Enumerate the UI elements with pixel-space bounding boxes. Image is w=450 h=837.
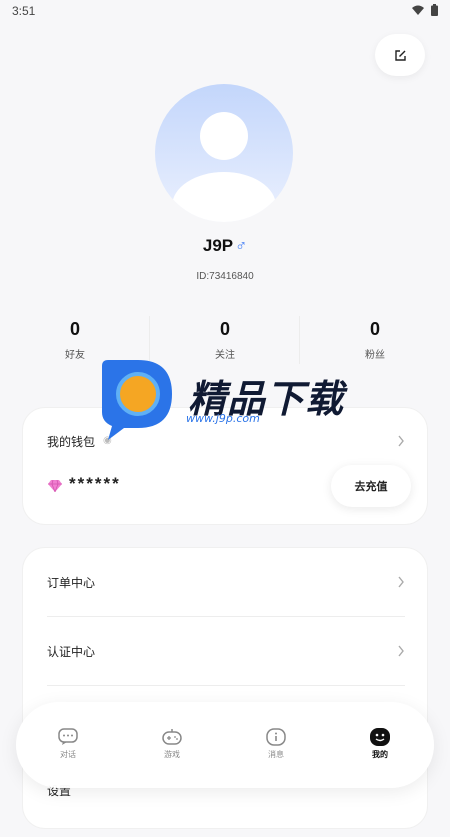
bottom-nav: 对话 游戏 消息 我的 — [16, 702, 434, 788]
menu-item-label: 订单中心 — [47, 576, 96, 590]
stat-fans-value: 0 — [369, 319, 380, 339]
menu-item-verification[interactable]: 认证中心 — [23, 617, 427, 686]
avatar[interactable] — [155, 84, 293, 222]
wallet-title[interactable]: 我的钱包 — [47, 433, 95, 450]
user-id: ID:73416840 — [196, 271, 254, 282]
gender-male-icon: ♂ — [235, 238, 248, 255]
status-bar: 3:51 — [0, 0, 450, 22]
watermark-logo: 精品下载 www.j9p.com — [98, 356, 358, 440]
nav-label: 我的 — [372, 750, 388, 759]
nav-item-messages[interactable]: 消息 — [224, 728, 328, 760]
default-avatar-icon — [172, 112, 276, 222]
nav-label: 对话 — [60, 750, 76, 759]
nav-label: 游戏 — [164, 750, 180, 759]
watermark-p-logo-icon — [102, 360, 172, 440]
stat-friends-value: 0 — [69, 319, 80, 339]
chat-icon — [58, 728, 78, 745]
info-icon — [266, 728, 286, 746]
nav-item-me[interactable]: 我的 — [328, 728, 432, 760]
menu-item-label: 认证中心 — [47, 645, 96, 659]
gamepad-icon — [162, 729, 182, 745]
nav-label: 消息 — [268, 750, 284, 759]
stat-following-value: 0 — [219, 319, 230, 339]
nav-item-chat[interactable]: 对话 — [16, 728, 120, 760]
divider — [47, 685, 405, 686]
diamond-icon — [48, 480, 62, 492]
nav-item-games[interactable]: 游戏 — [120, 728, 224, 760]
stat-following[interactable]: 0 关注 — [150, 316, 300, 361]
chevron-right-icon[interactable] — [397, 435, 405, 447]
smile-icon — [370, 728, 390, 746]
recharge-button[interactable]: 去充值 — [331, 465, 411, 507]
username: J9P ♂ — [0, 236, 450, 256]
username-text: J9P — [202, 236, 234, 255]
status-time: 3:51 — [12, 4, 36, 18]
stat-fans[interactable]: 0 粉丝 — [300, 316, 450, 361]
watermark-url: www.j9p.com — [186, 412, 260, 425]
chevron-right-icon — [398, 645, 404, 657]
battery-icon — [431, 4, 438, 16]
menu-item-orders[interactable]: 订单中心 — [23, 548, 427, 617]
edit-profile-button[interactable] — [375, 34, 425, 76]
stat-friends[interactable]: 0 好友 — [0, 316, 150, 361]
edit-icon — [394, 49, 406, 61]
chevron-right-icon — [398, 576, 404, 588]
wallet-balance: ****** — [69, 474, 121, 493]
wifi-icon — [412, 5, 424, 15]
